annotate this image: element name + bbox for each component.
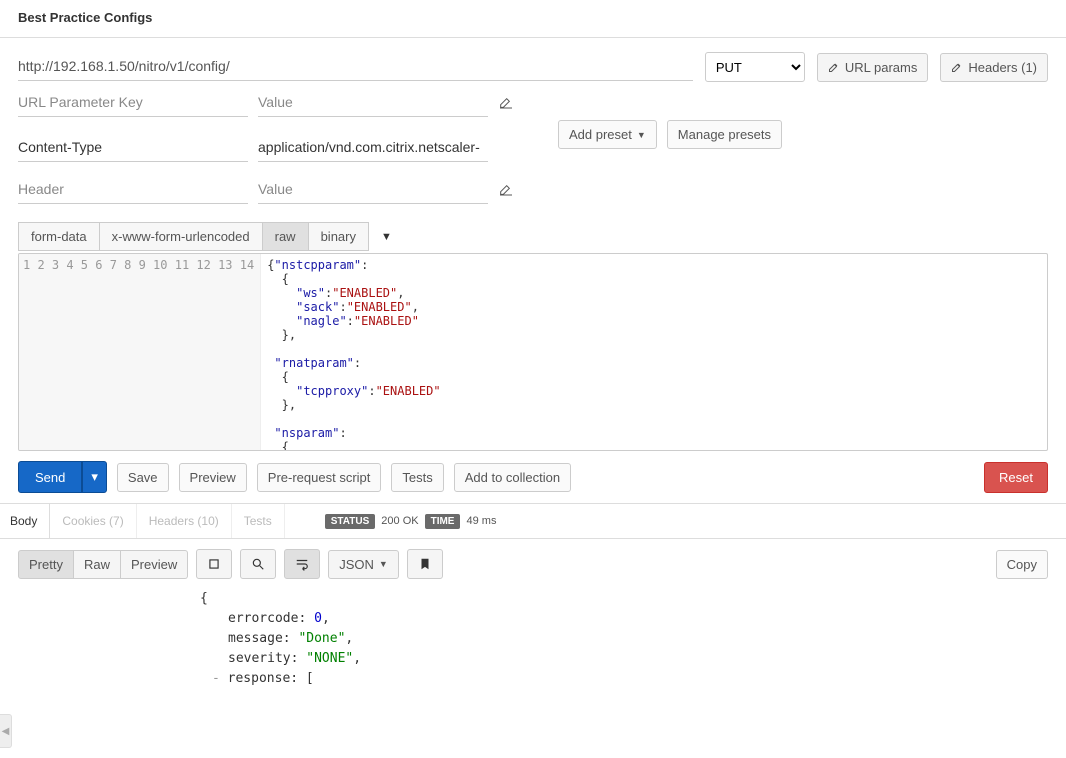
format-label: JSON bbox=[339, 557, 374, 572]
status-pills: STATUS 200 OK TIME 49 ms bbox=[325, 514, 497, 529]
save-button[interactable]: Save bbox=[117, 463, 169, 492]
response-tab-tests[interactable]: Tests bbox=[232, 504, 285, 538]
manage-presets-button[interactable]: Manage presets bbox=[667, 120, 782, 149]
prerequest-button[interactable]: Pre-request script bbox=[257, 463, 382, 492]
response-json-view: { errorcode: 0, message: "Done", severit… bbox=[0, 589, 1066, 707]
caret-down-icon: ▼ bbox=[379, 559, 388, 569]
resp-message-key: message: bbox=[228, 631, 291, 646]
resp-severity-key: severity: bbox=[228, 651, 298, 666]
resp-errorcode-key: errorcode: bbox=[228, 611, 306, 626]
code-body[interactable]: {"nstcpparam": { "ws":"ENABLED", "sack":… bbox=[261, 254, 1047, 450]
resp-errorcode-val: 0 bbox=[314, 611, 322, 626]
response-tab-body[interactable]: Body bbox=[0, 504, 50, 538]
tab-urlencoded[interactable]: x-www-form-urlencoded bbox=[100, 222, 263, 251]
status-label-pill: STATUS bbox=[325, 514, 376, 529]
tab-binary[interactable]: binary bbox=[309, 222, 369, 251]
status-value: 200 OK bbox=[381, 515, 418, 527]
resp-severity-val: "NONE" bbox=[306, 651, 353, 666]
viewer-pretty[interactable]: Pretty bbox=[18, 550, 74, 579]
response-tabs: Body Cookies (7) Headers (10) Tests STAT… bbox=[0, 504, 1066, 539]
tab-form-data[interactable]: form-data bbox=[18, 222, 100, 251]
http-method-select[interactable]: GETPOSTPUTPATCHDELETEHEADOPTIONS bbox=[705, 52, 805, 82]
viewer-raw[interactable]: Raw bbox=[74, 550, 121, 579]
response-tab-cookies[interactable]: Cookies (7) bbox=[50, 504, 136, 538]
add-preset-label: Add preset bbox=[569, 127, 632, 142]
url-params-label: URL params bbox=[845, 60, 917, 75]
bookmark-icon[interactable] bbox=[407, 549, 443, 579]
tests-button[interactable]: Tests bbox=[391, 463, 443, 492]
headers-button[interactable]: Headers (1) bbox=[940, 53, 1048, 82]
preset-buttons: Add preset ▼ Manage presets bbox=[558, 120, 1048, 149]
format-select[interactable]: JSON ▼ bbox=[328, 550, 399, 579]
tab-raw[interactable]: raw bbox=[263, 222, 309, 251]
url-param-key-input[interactable] bbox=[18, 90, 248, 117]
wrap-icon[interactable] bbox=[284, 549, 320, 579]
edit-icon bbox=[951, 61, 963, 73]
viewer-toolbar: Pretty Raw Preview JSON ▼ Copy bbox=[0, 539, 1066, 589]
copy-button[interactable]: Copy bbox=[996, 550, 1048, 579]
request-body-editor[interactable]: 1 2 3 4 5 6 7 8 9 10 11 12 13 14 {"nstcp… bbox=[18, 253, 1048, 451]
viewer-mode-group: Pretty Raw Preview bbox=[18, 550, 188, 579]
header-key-input[interactable] bbox=[18, 135, 248, 162]
response-tab-headers[interactable]: Headers (10) bbox=[137, 504, 232, 538]
header-key-input-empty[interactable] bbox=[18, 177, 248, 204]
headers-label: Headers (1) bbox=[968, 60, 1037, 75]
send-button[interactable]: Send bbox=[18, 461, 82, 493]
reset-button[interactable]: Reset bbox=[984, 462, 1048, 493]
search-icon[interactable] bbox=[240, 549, 276, 579]
header-value-input[interactable] bbox=[258, 135, 488, 162]
params-section: Add preset ▼ Manage presets bbox=[0, 82, 1066, 204]
fullscreen-icon[interactable] bbox=[196, 549, 232, 579]
time-label-pill: TIME bbox=[425, 514, 461, 529]
edit-icon bbox=[828, 61, 840, 73]
send-dropdown[interactable]: ▾ bbox=[82, 461, 107, 493]
add-to-collection-button[interactable]: Add to collection bbox=[454, 463, 571, 492]
header-value-input-empty[interactable] bbox=[258, 177, 488, 204]
body-type-more-icon[interactable]: ▼ bbox=[381, 231, 392, 243]
edit-icon[interactable] bbox=[498, 94, 514, 113]
url-param-row bbox=[18, 90, 1048, 117]
action-bar: Send ▾ Save Preview Pre-request script T… bbox=[0, 451, 1066, 504]
time-value: 49 ms bbox=[466, 515, 496, 527]
header-row-empty bbox=[18, 177, 1048, 204]
url-param-value-input[interactable] bbox=[258, 90, 488, 117]
url-params-button[interactable]: URL params bbox=[817, 53, 928, 82]
request-top-row: GETPOSTPUTPATCHDELETEHEADOPTIONS URL par… bbox=[0, 52, 1066, 82]
body-type-tabs: form-data x-www-form-urlencoded raw bina… bbox=[0, 222, 1066, 251]
add-preset-button[interactable]: Add preset ▼ bbox=[558, 120, 657, 149]
preview-button[interactable]: Preview bbox=[179, 463, 247, 492]
url-input[interactable] bbox=[18, 54, 693, 81]
edit-icon[interactable] bbox=[498, 181, 514, 200]
page-title: Best Practice Configs bbox=[0, 0, 1066, 38]
viewer-preview[interactable]: Preview bbox=[121, 550, 188, 579]
line-gutter: 1 2 3 4 5 6 7 8 9 10 11 12 13 14 bbox=[19, 254, 261, 450]
resp-message-val: "Done" bbox=[298, 631, 345, 646]
sidebar-collapse-handle[interactable]: ◀ bbox=[0, 714, 12, 748]
resp-response-key: response: bbox=[228, 671, 298, 686]
send-button-group: Send ▾ bbox=[18, 461, 107, 493]
caret-down-icon: ▼ bbox=[637, 130, 646, 140]
